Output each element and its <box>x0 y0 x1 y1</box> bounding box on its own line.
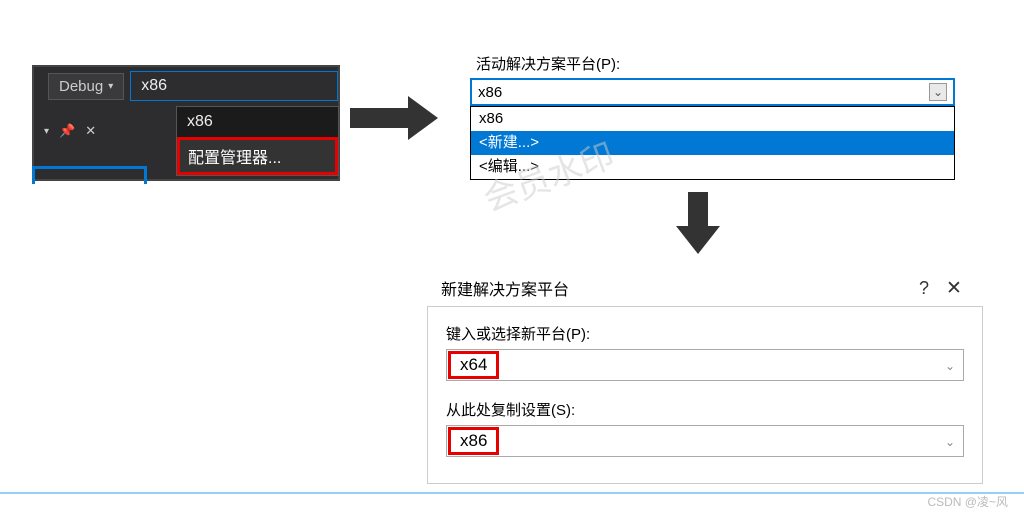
copy-settings-value: x86 <box>448 427 499 455</box>
copy-settings-field-label: 从此处复制设置(S): <box>446 399 964 420</box>
active-platform-select[interactable]: x86 ⌄ <box>470 78 955 106</box>
platform-selected-label: x86 <box>141 77 167 94</box>
credit-text: CSDN @凌~风 <box>927 493 1008 510</box>
selection-outline <box>32 166 147 184</box>
new-platform-field-label: 键入或选择新平台(P): <box>446 323 964 344</box>
platform-dropdown[interactable]: x86 <box>130 71 338 101</box>
active-platform-panel: 活动解决方案平台(P): x86 ⌄ x86 <新建...> <编辑...> <box>470 53 955 180</box>
arrow-down-icon <box>676 192 720 254</box>
platform-list-item-x86[interactable]: x86 <box>471 107 954 131</box>
copy-settings-combo[interactable]: x86 ⌄ <box>446 425 964 457</box>
config-label: Debug <box>59 78 103 95</box>
chevron-down-icon[interactable]: ▾ <box>44 126 49 137</box>
platform-option-x86[interactable]: x86 <box>177 107 338 137</box>
new-platform-dialog: 新建解决方案平台 ? ✕ 键入或选择新平台(P): x64 ⌄ 从此处复制设置(… <box>427 270 983 484</box>
chevron-down-icon: ⌄ <box>929 83 947 101</box>
config-dropdown[interactable]: Debug ▾ <box>48 73 124 100</box>
active-platform-label: 活动解决方案平台(P): <box>476 53 955 74</box>
chevron-down-icon: ⌄ <box>945 359 955 373</box>
close-icon[interactable]: ✕ <box>85 123 96 139</box>
dialog-titlebar: 新建解决方案平台 ? ✕ <box>427 270 983 306</box>
chevron-down-icon: ⌄ <box>945 435 955 449</box>
chevron-down-icon: ▾ <box>108 81 113 92</box>
pin-icon[interactable]: 📌 <box>59 123 75 139</box>
platform-list-item-edit[interactable]: <编辑...> <box>471 155 954 179</box>
new-platform-value: x64 <box>448 351 499 379</box>
active-platform-list: x86 <新建...> <编辑...> <box>470 106 955 180</box>
new-platform-combo[interactable]: x64 ⌄ <box>446 349 964 381</box>
platform-dropdown-list: x86 配置管理器... <box>176 106 339 176</box>
vs-toolbar-panel: Debug ▾ x86 ▾ 📌 ✕ x86 配置管理器... <box>32 65 340 181</box>
arrow-right-icon <box>350 96 440 140</box>
close-button[interactable]: ✕ <box>939 277 969 300</box>
platform-list-item-new[interactable]: <新建...> <box>471 131 954 155</box>
dialog-title: 新建解决方案平台 <box>441 276 909 300</box>
platform-option-config-manager[interactable]: 配置管理器... <box>177 137 338 175</box>
help-button[interactable]: ? <box>909 278 939 299</box>
active-platform-value: x86 <box>478 84 502 101</box>
divider <box>0 492 1024 494</box>
vs-toolbar-row: Debug ▾ x86 <box>34 67 338 105</box>
dialog-body: 键入或选择新平台(P): x64 ⌄ 从此处复制设置(S): x86 ⌄ <box>427 306 983 484</box>
